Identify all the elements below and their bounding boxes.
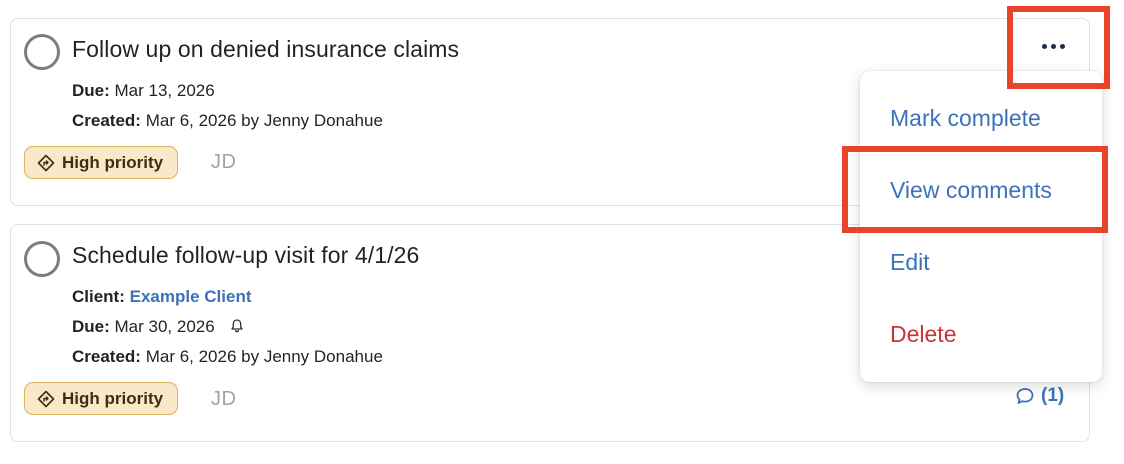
menu-item-edit[interactable]: Edit xyxy=(890,249,930,276)
ellipsis-horizontal-icon xyxy=(1041,43,1047,49)
complete-checkbox[interactable] xyxy=(24,241,60,277)
created-label: Created: xyxy=(72,111,141,130)
bell-icon xyxy=(231,319,244,333)
diamond-arrow-icon xyxy=(37,154,55,171)
created-info: Created: Mar 6, 2026 by Jenny Donahue xyxy=(72,111,383,131)
due-date: Due: Mar 30, 2026 xyxy=(72,317,245,337)
comment-count: (1) xyxy=(1041,385,1065,406)
task-actions-menu: Mark complete View comments Edit Delete xyxy=(860,71,1102,382)
ellipsis-dot xyxy=(1059,43,1065,49)
due-label: Due: xyxy=(72,81,110,100)
more-options-button[interactable] xyxy=(1030,28,1076,64)
assignee-avatar[interactable]: JD xyxy=(211,151,236,174)
menu-item-mark-complete[interactable]: Mark complete xyxy=(890,105,1041,132)
created-value: Mar 6, 2026 by Jenny Donahue xyxy=(145,111,383,130)
ellipsis-dot xyxy=(1050,43,1056,49)
comment-bubble-icon xyxy=(1016,388,1034,404)
comments-button[interactable]: (1) xyxy=(1015,385,1064,407)
due-label: Due: xyxy=(72,317,110,336)
assignee-avatar[interactable]: JD xyxy=(211,388,236,411)
due-value: Mar 30, 2026 xyxy=(114,317,215,336)
created-info: Created: Mar 6, 2026 by Jenny Donahue xyxy=(72,347,383,367)
due-date: Due: Mar 13, 2026 xyxy=(72,81,215,101)
client-label: Client: xyxy=(72,287,125,306)
priority-label: High priority xyxy=(62,152,164,172)
task-title[interactable]: Follow up on denied insurance claims xyxy=(72,36,459,63)
diamond-arrow-icon xyxy=(37,390,55,407)
menu-item-delete[interactable]: Delete xyxy=(890,321,956,348)
due-value: Mar 13, 2026 xyxy=(114,81,215,100)
created-value: Mar 6, 2026 by Jenny Donahue xyxy=(145,347,383,366)
complete-checkbox[interactable] xyxy=(24,34,60,70)
priority-badge[interactable]: High priority xyxy=(24,382,179,415)
created-label: Created: xyxy=(72,347,141,366)
task-title[interactable]: Schedule follow-up visit for 4/1/26 xyxy=(72,242,419,269)
client-link[interactable]: Example Client xyxy=(130,287,252,306)
priority-badge[interactable]: High priority xyxy=(24,146,179,179)
client-info: Client: Example Client xyxy=(72,287,252,307)
priority-label: High priority xyxy=(62,388,164,408)
menu-item-view-comments[interactable]: View comments xyxy=(890,177,1052,204)
